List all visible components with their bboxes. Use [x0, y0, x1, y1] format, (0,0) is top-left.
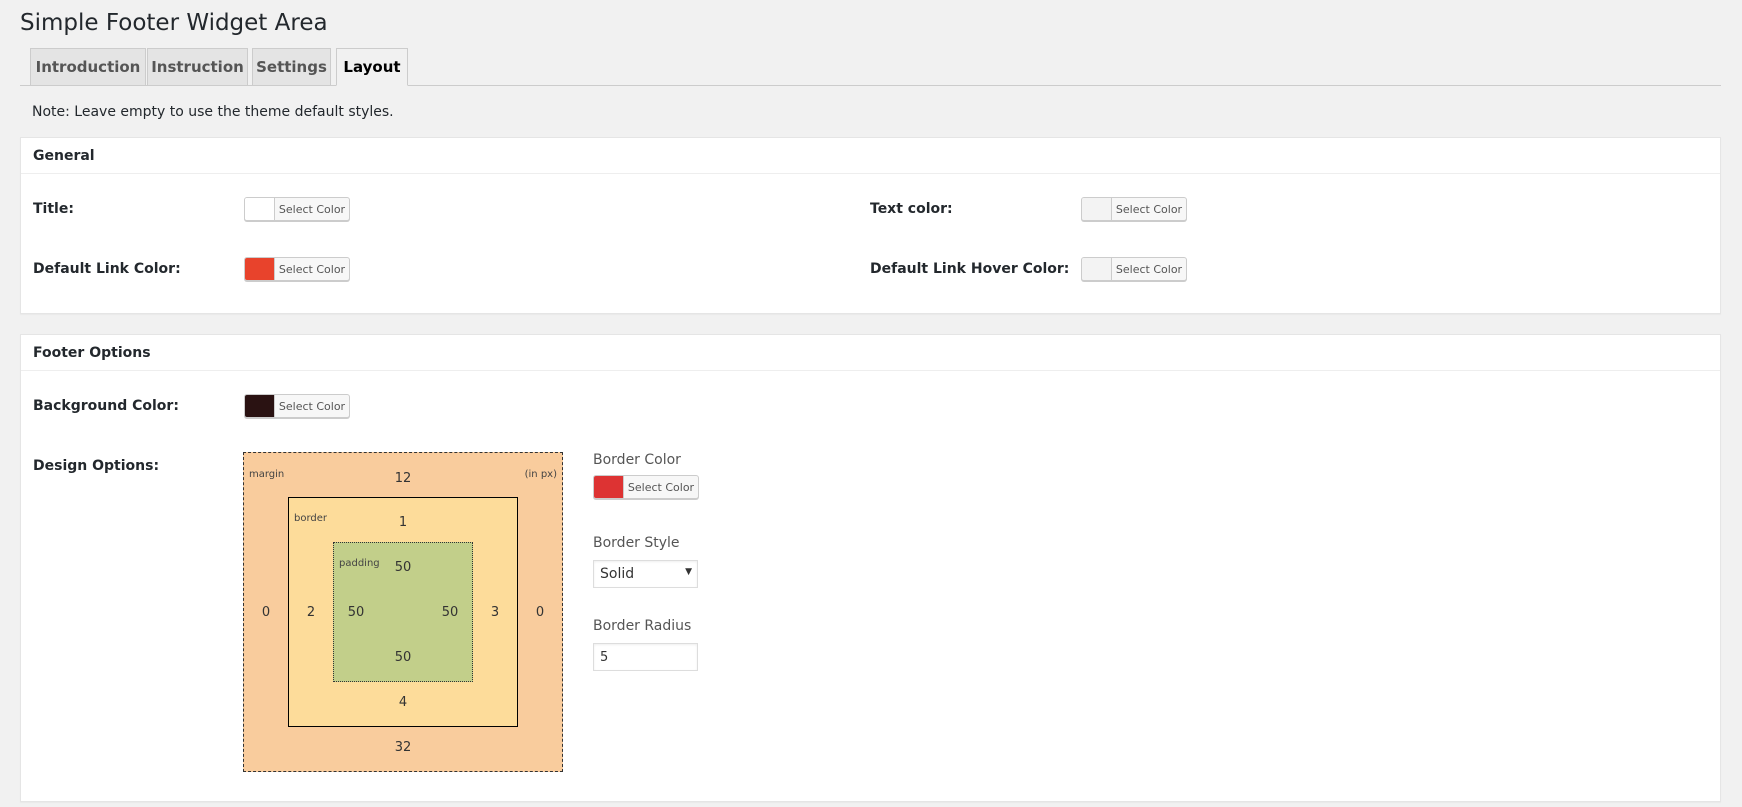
text-color-label: Text color: — [870, 201, 953, 217]
design-options-label: Design Options: — [33, 458, 160, 474]
border-style-value: Solid — [600, 566, 635, 582]
background-color-label: Background Color: — [33, 398, 179, 414]
text-color-button[interactable]: Select Color — [1081, 197, 1187, 221]
box-model-margin: margin (in px) border padding — [243, 452, 563, 772]
chevron-down-icon: ▼ — [685, 567, 692, 577]
general-panel: General Title: Select Color Text color: … — [20, 137, 1721, 314]
select-color-text: Select Color — [627, 480, 695, 494]
link-hover-color-label: Default Link Hover Color: — [870, 261, 1070, 277]
margin-right-input[interactable] — [525, 603, 555, 621]
border-right-input[interactable] — [480, 603, 510, 621]
select-color-text: Select Color — [278, 399, 346, 413]
background-color-button[interactable]: Select Color — [244, 394, 350, 418]
select-color-text: Select Color — [1115, 262, 1183, 276]
tab-layout[interactable]: Layout — [336, 48, 408, 86]
tab-settings[interactable]: Settings — [252, 48, 331, 85]
title-color-button[interactable]: Select Color — [244, 197, 350, 221]
border-top-input[interactable] — [388, 513, 418, 531]
general-heading: General — [21, 138, 1720, 174]
margin-bottom-input[interactable] — [388, 738, 418, 756]
margin-left-input[interactable] — [251, 603, 281, 621]
border-color-button[interactable]: Select Color — [593, 475, 699, 499]
background-color-swatch — [245, 395, 275, 417]
border-style-label: Border Style — [593, 535, 680, 551]
padding-left-input[interactable] — [341, 603, 371, 621]
unit-label: (in px) — [524, 469, 557, 480]
tab-bar: Introduction Instruction Settings Layout — [20, 48, 1721, 86]
select-color-text: Select Color — [278, 262, 346, 276]
margin-top-input[interactable] — [388, 469, 418, 487]
border-label: border — [294, 513, 328, 524]
title-color-label: Title: — [33, 201, 74, 217]
tab-instruction[interactable]: Instruction — [147, 48, 248, 85]
footer-options-heading: Footer Options — [21, 335, 1720, 371]
border-color-swatch — [594, 476, 624, 498]
padding-label: padding — [339, 558, 380, 569]
box-model-border: border padding — [288, 497, 518, 727]
border-color-label: Border Color — [593, 452, 681, 468]
page-title: Simple Footer Widget Area — [20, 10, 328, 36]
padding-top-input[interactable] — [388, 558, 418, 576]
tab-introduction[interactable]: Introduction — [30, 48, 146, 85]
border-left-input[interactable] — [296, 603, 326, 621]
padding-right-input[interactable] — [435, 603, 465, 621]
title-color-swatch — [245, 198, 275, 220]
default-styles-note: Note: Leave empty to use the theme defau… — [32, 104, 394, 120]
link-hover-color-swatch — [1082, 258, 1112, 280]
border-bottom-input[interactable] — [388, 693, 418, 711]
link-color-label: Default Link Color: — [33, 261, 181, 277]
padding-bottom-input[interactable] — [388, 648, 418, 666]
border-radius-input[interactable] — [593, 643, 698, 671]
select-color-text: Select Color — [1115, 202, 1183, 216]
border-radius-label: Border Radius — [593, 618, 692, 634]
margin-label: margin — [249, 469, 285, 480]
link-color-swatch — [245, 258, 275, 280]
text-color-swatch — [1082, 198, 1112, 220]
link-hover-color-button[interactable]: Select Color — [1081, 257, 1187, 281]
select-color-text: Select Color — [278, 202, 346, 216]
border-style-select[interactable]: Solid ▼ — [593, 560, 698, 588]
link-color-button[interactable]: Select Color — [244, 257, 350, 281]
box-model-padding: padding — [333, 542, 473, 682]
